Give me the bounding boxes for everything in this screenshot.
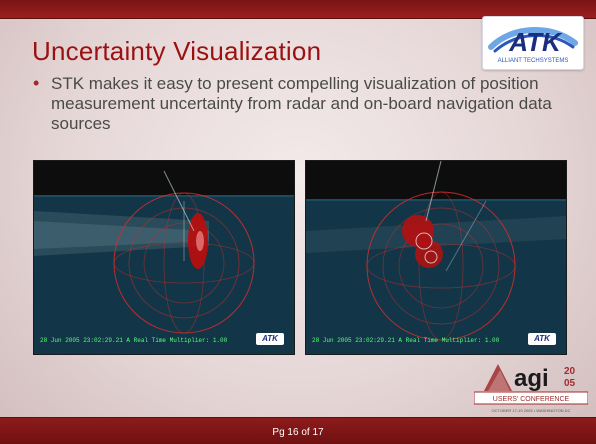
bullet-text: STK makes it easy to present compelling …	[51, 74, 552, 133]
screenshot-caption-right: 28 Jun 2005 23:02:29.21 A Real Time Mult…	[312, 337, 500, 344]
agi-conference: USERS' CONFERENCE	[493, 396, 570, 403]
uncertainty-scene-right	[306, 161, 566, 354]
page-number: Pg 16 of 17	[272, 427, 324, 438]
bullet-row: • STK makes it easy to present compellin…	[33, 74, 563, 134]
atk-logo-graphic: ATK ALLIANT TECHSYSTEMS	[488, 27, 578, 64]
slide-title: Uncertainty Visualization	[32, 36, 322, 66]
bullet-icon: •	[33, 73, 40, 93]
screenshot-caption-left: 28 Jun 2005 23:02:29.21 A Real Time Mult…	[40, 337, 228, 344]
agi-logo: agi 20 05 USERS' CONFERENCE OCTOBER 17-1…	[473, 356, 589, 414]
atk-logo-subtitle: ALLIANT TECHSYSTEMS	[498, 58, 569, 64]
uncertainty-screenshot-right: 28 Jun 2005 23:02:29.21 A Real Time Mult…	[305, 160, 567, 355]
atk-logo: ATK ALLIANT TECHSYSTEMS	[482, 16, 584, 70]
atk-mini-logo-left: ATK	[256, 333, 284, 345]
atk-mini-logo-right: ATK	[528, 333, 556, 345]
uncertainty-scene-left	[34, 161, 294, 354]
agi-year-bottom: 05	[564, 378, 576, 389]
agi-year-top: 20	[564, 366, 576, 377]
atk-logo-text: ATK	[508, 27, 563, 57]
footer-bar: Pg 16 of 17	[0, 417, 596, 444]
agi-small-text: OCTOBER 17-19 2005 • WASHINGTON DC	[492, 408, 571, 413]
agi-logo-text: agi	[514, 365, 549, 392]
uncertainty-screenshot-left: 28 Jun 2005 23:02:29.21 A Real Time Mult…	[33, 160, 295, 355]
agi-logo-graphic: agi 20 05 USERS' CONFERENCE OCTOBER 17-1…	[473, 364, 589, 413]
slide: Uncertainty Visualization ATK ALLIANT TE…	[0, 0, 596, 444]
